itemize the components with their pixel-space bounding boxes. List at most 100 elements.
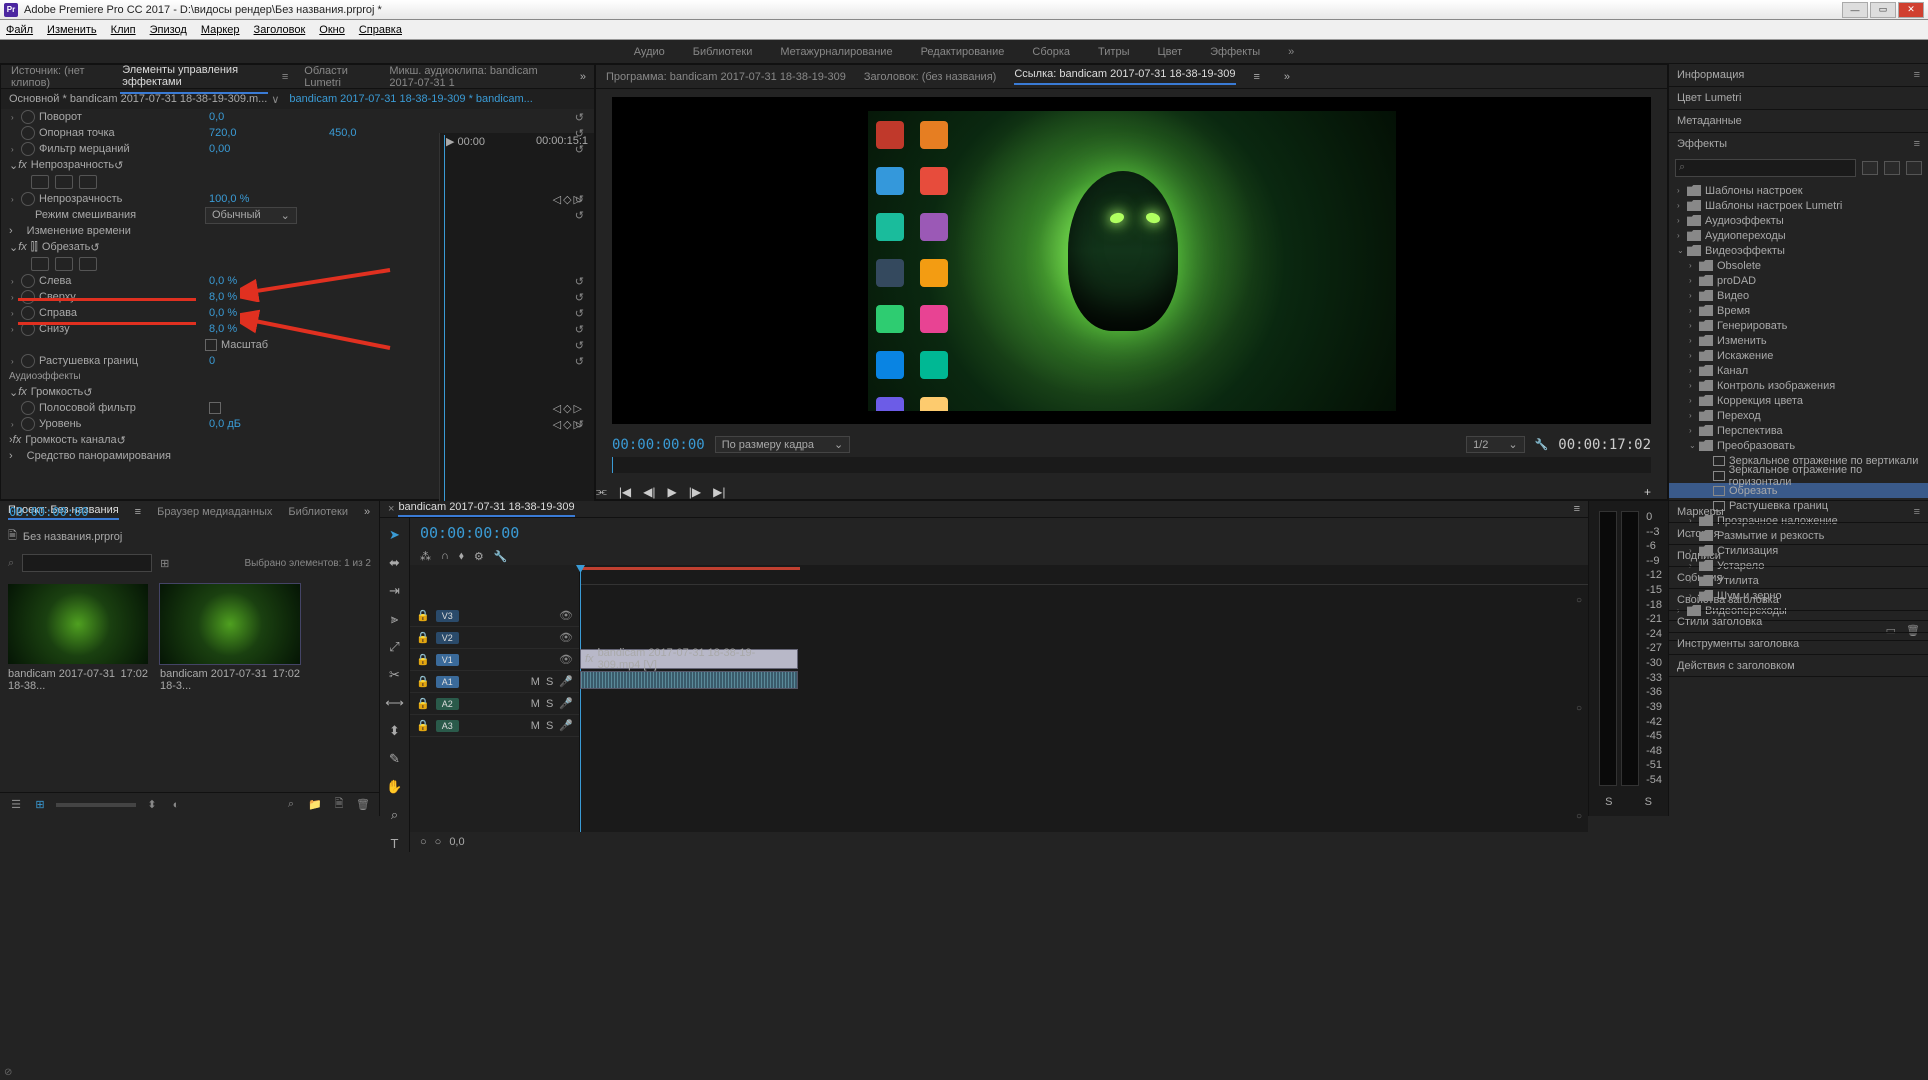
timeline-zoom-value[interactable]: 0,0 — [449, 836, 464, 848]
trash-icon[interactable]: 🗑 — [355, 798, 371, 812]
close-button[interactable]: ✕ — [1898, 2, 1924, 18]
anchor-x-value[interactable]: 720,0 — [209, 127, 329, 139]
workspace-editing[interactable]: Редактирование — [921, 46, 1005, 58]
maximize-button[interactable]: ▭ — [1870, 2, 1896, 18]
crop-feather-value[interactable]: 0 — [209, 355, 329, 367]
tree-adjust[interactable]: ›Изменить — [1669, 333, 1928, 348]
tab-audio-mixer[interactable]: Микш. аудиоклипа: bandicam 2017-07-31 1 — [387, 61, 566, 93]
reset-icon[interactable]: ↺ — [575, 339, 584, 352]
go-to-in-button[interactable]: |◀ — [619, 485, 631, 499]
lumetri-color-header[interactable]: Цвет Lumetri — [1669, 87, 1928, 109]
workspace-overflow[interactable]: » — [1288, 46, 1294, 58]
reset-icon[interactable]: ↺ — [575, 418, 584, 431]
zoom-tool[interactable]: ⌕ — [386, 806, 404, 824]
tree-audio-trans[interactable]: ›Аудиопереходы — [1669, 228, 1928, 243]
reset-icon[interactable]: ↺ — [114, 159, 123, 172]
go-to-out-button[interactable]: ▶| — [713, 485, 725, 499]
crop-right-value[interactable]: 0,0 % — [209, 307, 329, 319]
tree-image-control[interactable]: ›Контроль изображения — [1669, 378, 1928, 393]
tree-video[interactable]: ›Видео — [1669, 288, 1928, 303]
rotation-value[interactable]: 0,0 — [209, 111, 329, 123]
playhead[interactable] — [580, 565, 581, 832]
metadata-header[interactable]: Метаданные — [1669, 110, 1928, 132]
tree-presets[interactable]: ›Шаблоны настроек — [1669, 183, 1928, 198]
project-item[interactable]: bandicam 2017-07-31 18-38...17:02 — [8, 584, 148, 692]
blend-mode-select[interactable]: Обычный⌄ — [205, 207, 297, 224]
wrench-icon[interactable]: 🔧 — [1535, 438, 1549, 451]
menu-marker[interactable]: Маркер — [201, 24, 240, 36]
new-bin-icon[interactable]: 📁 — [307, 798, 323, 812]
marker-icon[interactable]: ⬧ — [459, 550, 464, 563]
list-view-icon[interactable]: ☰ — [8, 798, 24, 812]
panel-menu-icon[interactable]: ≡ — [1574, 503, 1580, 515]
stopwatch-icon[interactable] — [21, 354, 35, 368]
tree-transition[interactable]: ›Переход — [1669, 408, 1928, 423]
project-item[interactable]: bandicam 2017-07-31 18-3...17:02 — [160, 584, 300, 692]
reset-icon[interactable]: ↺ — [575, 323, 584, 336]
resolution-select[interactable]: 1/2⌄ — [1466, 436, 1525, 453]
add-button-icon[interactable]: + — [1644, 485, 1651, 499]
menu-file[interactable]: Файл — [6, 24, 33, 36]
tab-lumetri-scopes[interactable]: Области Lumetri — [302, 61, 373, 93]
scroll-up-icon[interactable]: ○ — [1576, 595, 1582, 606]
scroll-down-icon[interactable]: ○ — [1576, 811, 1582, 822]
workspace-color[interactable]: Цвет — [1157, 46, 1182, 58]
ripple-edit-tool[interactable]: ⇥ — [386, 582, 404, 600]
timeline-tab[interactable]: bandicam 2017-07-31 18-38-19-309 — [398, 501, 574, 517]
reset-icon[interactable]: ↺ — [83, 386, 92, 399]
level-value[interactable]: 0,0 дБ — [209, 418, 329, 430]
pen-mask-icon[interactable] — [79, 257, 97, 271]
tree-prodad[interactable]: ›proDAD — [1669, 273, 1928, 288]
reset-icon[interactable]: ↺ — [575, 127, 584, 140]
menu-window[interactable]: Окно — [319, 24, 345, 36]
tab-overflow[interactable]: » — [580, 71, 586, 83]
tree-lumetri-presets[interactable]: ›Шаблоны настроек Lumetri — [1669, 198, 1928, 213]
tree-perspective[interactable]: ›Перспектива — [1669, 423, 1928, 438]
hand-tool[interactable]: ✋ — [386, 778, 404, 796]
tab-title[interactable]: Заголовок: (без названия) — [864, 71, 996, 83]
razor-tool[interactable]: ✂ — [386, 666, 404, 684]
step-forward-button[interactable]: |▶ — [689, 485, 701, 499]
rate-stretch-tool[interactable]: ⤢ — [386, 638, 404, 656]
antiflicker-value[interactable]: 0,00 — [209, 143, 329, 155]
track-a2[interactable]: 🔒A2MS🎤 — [410, 693, 579, 715]
stopwatch-icon[interactable] — [21, 110, 35, 124]
reset-icon[interactable]: ↺ — [90, 241, 99, 254]
effects-panel-header[interactable]: Эффекты≡ — [1669, 133, 1928, 155]
reset-icon[interactable]: ↺ — [575, 275, 584, 288]
workspace-metalog[interactable]: Метажурналирование — [780, 46, 892, 58]
track-select-tool[interactable]: ⬌ — [386, 554, 404, 572]
workspace-assembly[interactable]: Сборка — [1032, 46, 1070, 58]
ellipse-mask-icon[interactable] — [31, 175, 49, 189]
filter-icon[interactable] — [1862, 161, 1878, 175]
workspace-libraries[interactable]: Библиотеки — [693, 46, 753, 58]
tab-effect-controls[interactable]: Элементы управления эффектами — [120, 60, 268, 94]
tree-distort[interactable]: ›Искажение — [1669, 348, 1928, 363]
timeline-timecode[interactable]: 00:00:00:00 — [410, 518, 1588, 548]
track-a1[interactable]: 🔒A1MS🎤 — [410, 671, 579, 693]
ellipse-mask-icon[interactable] — [31, 257, 49, 271]
panel-menu-icon[interactable]: ≡ — [1254, 71, 1260, 83]
menu-clip[interactable]: Клип — [111, 24, 136, 36]
title-tools-header[interactable]: Инструменты заголовка — [1669, 633, 1928, 655]
minimize-button[interactable]: — — [1842, 2, 1868, 18]
workspace-titles[interactable]: Титры — [1098, 46, 1129, 58]
step-back-button[interactable]: ◀| — [643, 485, 655, 499]
selection-tool[interactable]: ➤ — [386, 526, 404, 544]
pen-mask-icon[interactable] — [79, 175, 97, 189]
find-icon[interactable]: ⌕ — [283, 798, 299, 812]
menu-help[interactable]: Справка — [359, 24, 402, 36]
filter-icon[interactable] — [1884, 161, 1900, 175]
panel-menu-icon[interactable]: ≡ — [282, 71, 288, 83]
icon-view-icon[interactable]: ⊞ — [32, 798, 48, 812]
rect-mask-icon[interactable] — [55, 257, 73, 271]
slip-tool[interactable]: ⟷ — [386, 694, 404, 712]
workspace-effects[interactable]: Эффекты — [1210, 46, 1260, 58]
reset-icon[interactable]: ↺ — [117, 434, 126, 447]
project-search-input[interactable] — [22, 554, 152, 572]
type-tool[interactable]: T — [386, 834, 404, 852]
wrench-icon[interactable]: 🔧 — [494, 550, 508, 563]
tree-channel[interactable]: ›Канал — [1669, 363, 1928, 378]
tree-video-fx[interactable]: ⌄Видеоэффекты — [1669, 243, 1928, 258]
stopwatch-icon[interactable] — [21, 290, 35, 304]
